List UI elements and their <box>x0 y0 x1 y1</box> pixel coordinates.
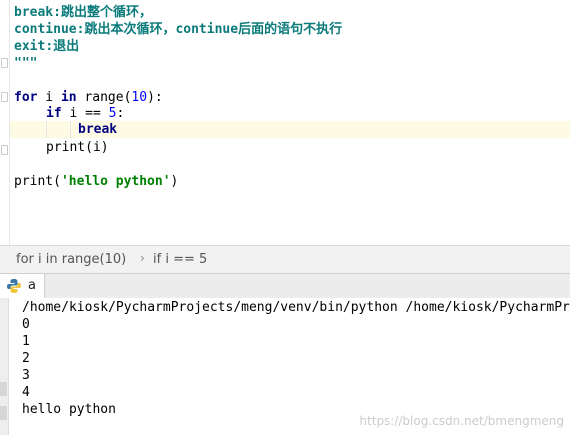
run-tab-label: a <box>28 278 36 293</box>
console-output-line: 0 <box>22 317 30 332</box>
watermark: https://blog.csdn.net/bmengmeng <box>359 414 564 428</box>
code-line-4: """ <box>14 56 38 71</box>
python-icon <box>7 279 21 293</box>
breadcrumb-item-if[interactable]: if i == 5 <box>153 252 207 267</box>
code-line-print-hello: print('hello python') <box>14 174 179 189</box>
code-editor[interactable]: break:跳出整个循环， continue:跳出本次循环，continue后面… <box>0 0 570 245</box>
run-tool-window-tabs: a <box>0 273 570 299</box>
console-output-line: /home/kiosk/PycharmProjects/meng/venv/bi… <box>22 300 570 315</box>
breadcrumb-separator-icon: › <box>140 251 145 265</box>
code-line-for: for i in range(10): <box>14 90 163 105</box>
fold-marker[interactable] <box>1 58 8 68</box>
console-output-line: 2 <box>22 351 30 366</box>
console-output-line: 1 <box>22 334 30 349</box>
console-toolbar <box>0 298 9 435</box>
code-line-1: break:跳出整个循环， <box>14 5 152 20</box>
run-console[interactable]: /home/kiosk/PycharmProjects/meng/venv/bi… <box>0 298 570 435</box>
code-line-break: break <box>78 122 118 137</box>
console-output-line: hello python <box>22 402 116 417</box>
breadcrumb: for i in range(10) › if i == 5 <box>0 245 570 273</box>
code-line-print-i: print(i) <box>46 140 109 155</box>
run-tab-a[interactable]: a <box>0 274 45 298</box>
code-line-3: exit:退出 <box>14 39 80 54</box>
scroll-to-end-button[interactable] <box>0 382 7 396</box>
indent-guide <box>70 121 71 138</box>
soft-wrap-button[interactable] <box>0 406 7 420</box>
console-output-line: 4 <box>22 385 30 400</box>
fold-marker[interactable] <box>1 92 8 102</box>
console-output-line: 3 <box>22 368 30 383</box>
indent-guide <box>46 121 47 138</box>
fold-marker[interactable] <box>1 145 8 155</box>
editor-gutter <box>0 0 10 245</box>
code-line-if: if i == 5: <box>46 106 125 121</box>
code-line-2: continue:跳出本次循环，continue后面的语句不执行 <box>14 22 343 37</box>
breadcrumb-item-for[interactable]: for i in range(10) <box>16 252 126 267</box>
